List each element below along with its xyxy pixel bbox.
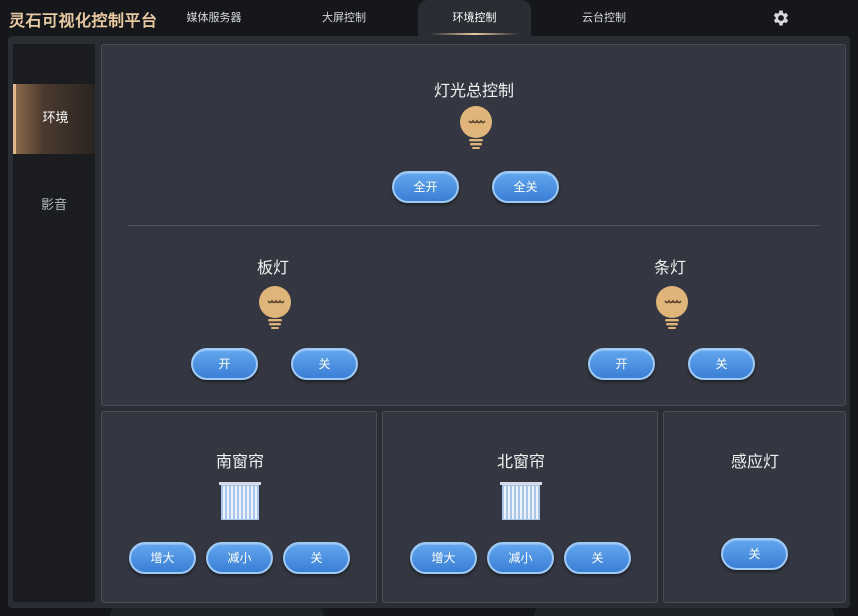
all-off-button[interactable]: 全关 (492, 171, 559, 203)
south-curtain-title: 南窗帘 (215, 452, 264, 471)
bottom-tab-strip (110, 608, 324, 616)
panel-light-title: 板灯 (256, 258, 289, 277)
south-curtain-panel: 南窗帘 增大 减小 关 (101, 411, 377, 603)
strip-light-title: 条灯 (653, 258, 686, 277)
panel-light-off-button[interactable]: 关 (291, 348, 358, 380)
bulb-icon (460, 106, 492, 149)
lighting-master-title: 灯光总控制 (433, 81, 514, 100)
app-title: 灵石可视化控制平台 (9, 11, 158, 30)
curtain-icon (219, 482, 261, 520)
north-curtain-decrease-button[interactable]: 减小 (487, 542, 554, 574)
app-root: 灵石可视化控制平台 媒体服务器 大屏控制 环境控制 云台控制 环境 影音 灯光总… (0, 0, 858, 616)
north-curtain-increase-button[interactable]: 增大 (410, 542, 477, 574)
gear-icon[interactable] (771, 8, 791, 28)
strip-light-on-button[interactable]: 开 (588, 348, 655, 380)
sidebar-item-audio-video[interactable]: 影音 (13, 171, 95, 241)
south-curtain-decrease-button[interactable]: 减小 (206, 542, 273, 574)
bulb-icon (656, 286, 688, 329)
tab-ptz[interactable]: 云台控制 (560, 0, 648, 36)
tab-big-screen[interactable]: 大屏控制 (300, 0, 388, 36)
north-curtain-title: 北窗帘 (496, 452, 545, 471)
sensor-light-panel: 感应灯 关 (663, 411, 846, 603)
all-on-button[interactable]: 全开 (392, 171, 459, 203)
sensor-light-off-button[interactable]: 关 (721, 538, 788, 570)
sidebar-item-environment[interactable]: 环境 (13, 84, 95, 154)
lighting-panel: 灯光总控制 全开 全关 板灯 开 关 条灯 开 关 (101, 44, 846, 406)
strip-light-off-button[interactable]: 关 (688, 348, 755, 380)
north-curtain-off-button[interactable]: 关 (564, 542, 631, 574)
tab-environment[interactable]: 环境控制 (418, 0, 531, 36)
south-curtain-off-button[interactable]: 关 (283, 542, 350, 574)
bottom-tab-strip (534, 608, 834, 616)
north-curtain-panel: 北窗帘 增大 减小 关 (382, 411, 658, 603)
divider (128, 225, 820, 226)
south-curtain-increase-button[interactable]: 增大 (129, 542, 196, 574)
bulb-icon (259, 286, 291, 329)
panel-light-on-button[interactable]: 开 (191, 348, 258, 380)
top-bar: 灵石可视化控制平台 媒体服务器 大屏控制 环境控制 云台控制 (0, 0, 858, 36)
curtain-icon (500, 482, 542, 520)
tab-media-server[interactable]: 媒体服务器 (170, 0, 258, 36)
sidebar: 环境 影音 (13, 44, 95, 602)
sensor-light-title: 感应灯 (730, 452, 779, 471)
